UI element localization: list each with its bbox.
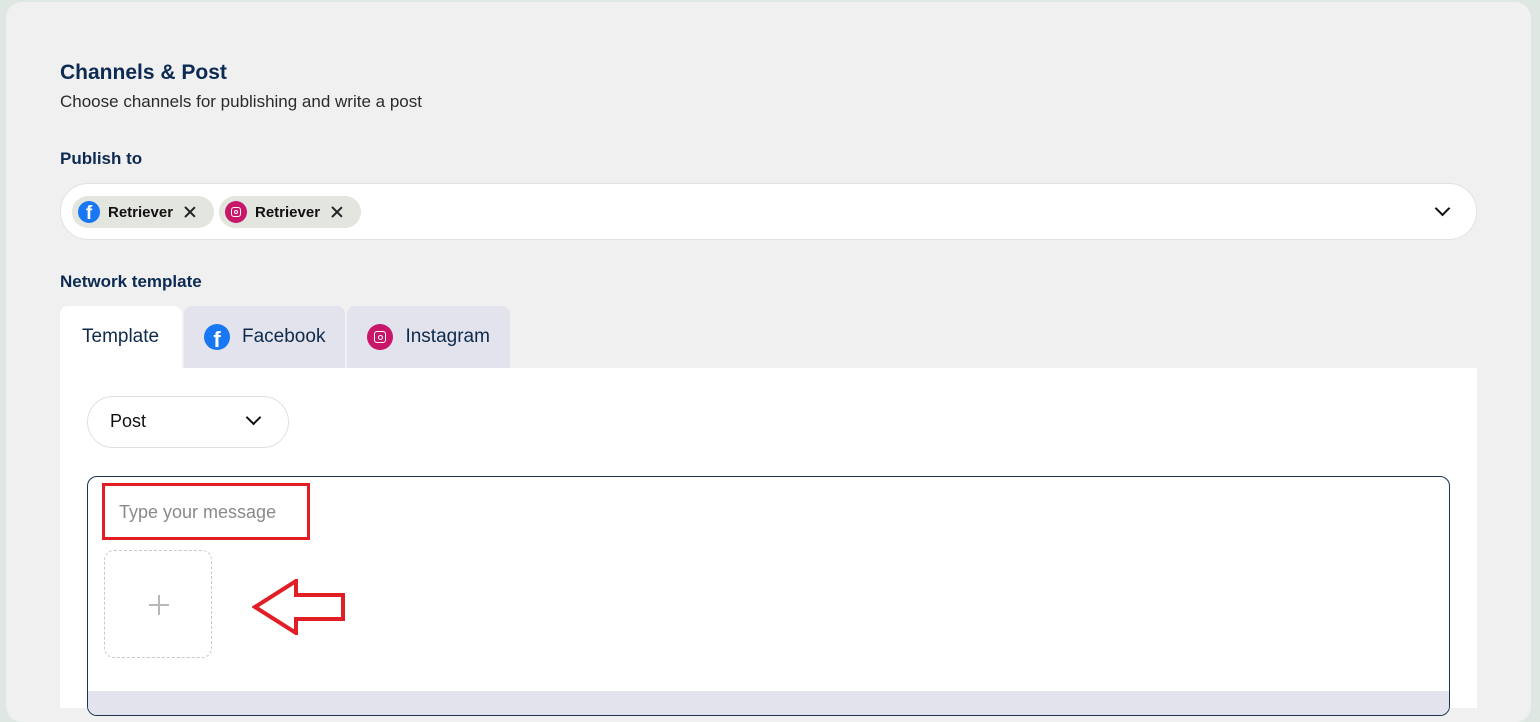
network-template-label: Network template (60, 272, 202, 291)
channel-select[interactable]: f Retriever Retriever (60, 183, 1477, 240)
instagram-icon (225, 201, 247, 223)
facebook-icon: f (78, 201, 100, 224)
remove-chip-icon[interactable] (330, 205, 344, 219)
plus-icon (149, 595, 169, 615)
channels-post-card: Channels & Post Choose channels for publ… (6, 2, 1531, 722)
channel-chip-instagram: Retriever (219, 196, 361, 228)
page-title: Channels & Post (60, 61, 227, 84)
add-media-button[interactable] (104, 550, 212, 658)
message-input[interactable]: Type your message (102, 483, 310, 540)
tab-label: Instagram (405, 326, 490, 347)
post-type-select[interactable]: Post (87, 396, 289, 448)
tab-template[interactable]: Template (60, 306, 182, 368)
remove-chip-icon[interactable] (183, 205, 197, 219)
tab-facebook[interactable]: f Facebook (184, 306, 346, 368)
network-tabs: Template f Facebook Instagram (60, 306, 512, 368)
annotation-arrow-icon (252, 579, 345, 635)
instagram-icon (367, 324, 394, 350)
chip-label: Retriever (108, 203, 174, 221)
post-type-value: Post (110, 411, 147, 431)
editor-toolbar (88, 691, 1449, 715)
chevron-down-icon[interactable] (1434, 200, 1451, 217)
tab-instagram[interactable]: Instagram (347, 306, 510, 368)
publish-to-label: Publish to (60, 149, 143, 168)
template-panel: Post Type your message (60, 368, 1477, 716)
tab-label: Facebook (242, 326, 326, 347)
message-placeholder: Type your message (119, 502, 277, 522)
tab-label: Template (82, 326, 160, 347)
facebook-icon: f (204, 324, 230, 352)
message-editor: Type your message (87, 476, 1450, 716)
channel-chip-facebook: f Retriever (72, 196, 214, 228)
page-subtitle: Choose channels for publishing and write… (60, 92, 422, 111)
chevron-down-icon (245, 409, 262, 426)
chip-label: Retriever (255, 203, 321, 221)
